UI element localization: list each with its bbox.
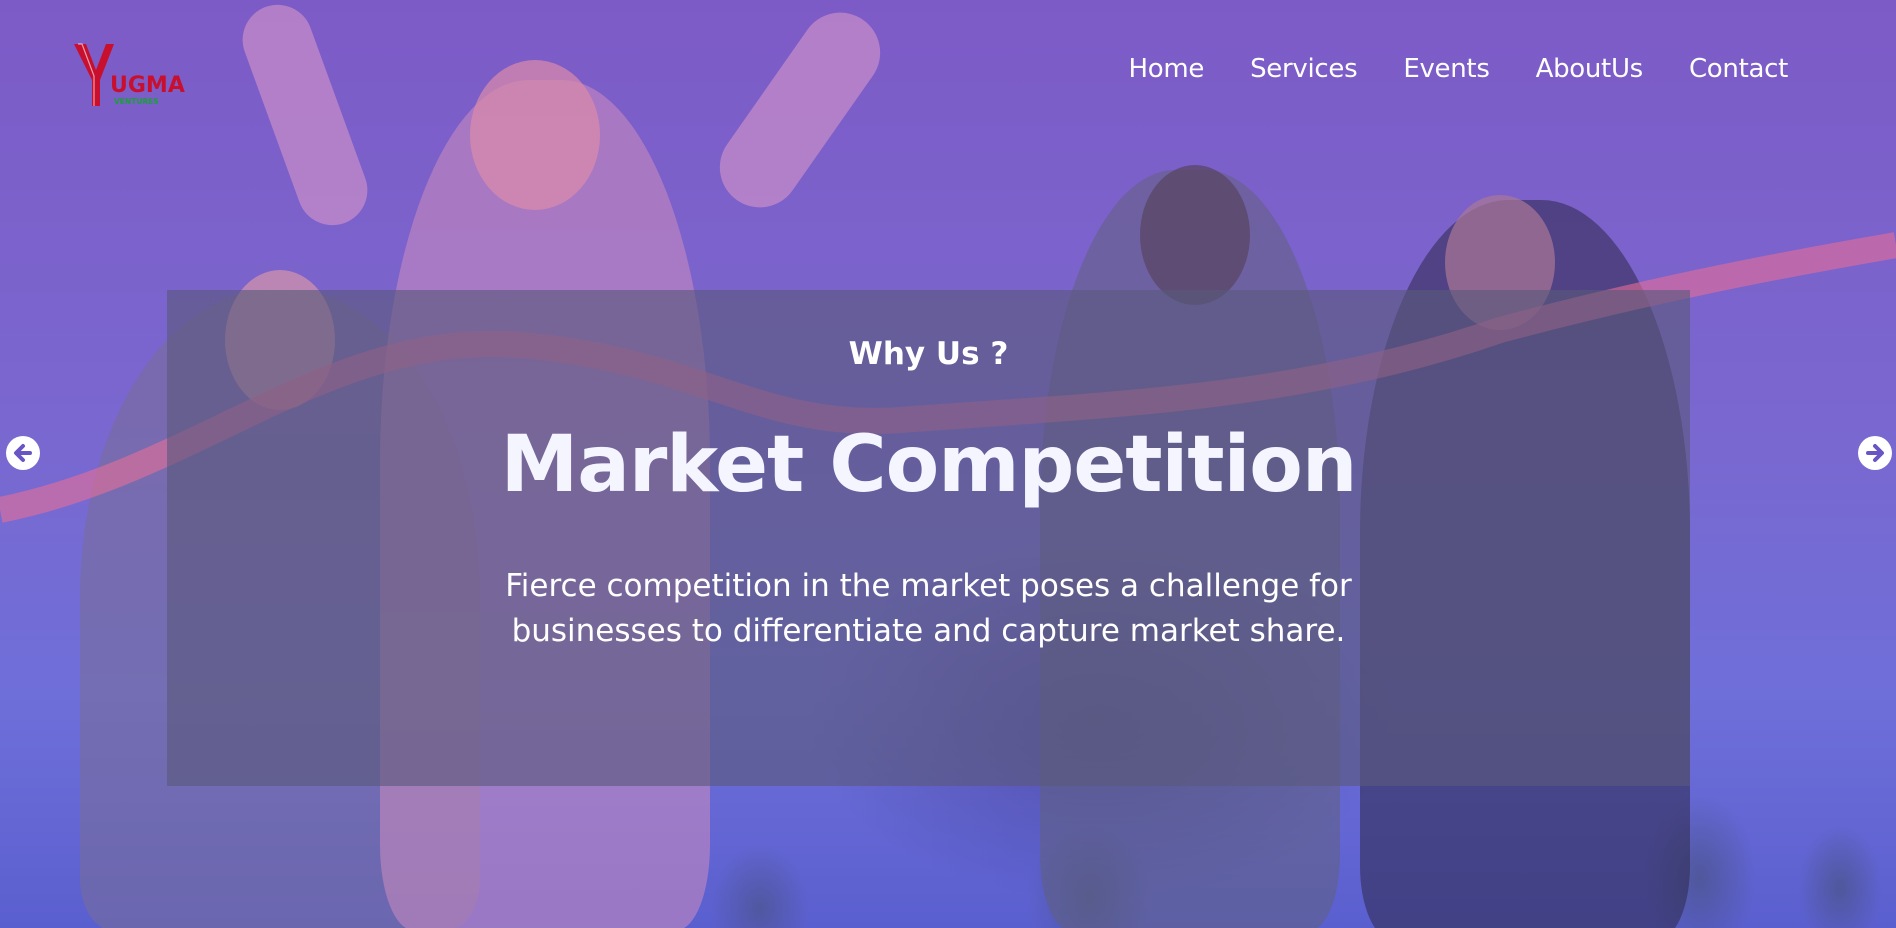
- arrow-right-circle-icon: [1866, 444, 1884, 462]
- logo-subtext: VENTURES: [114, 97, 159, 106]
- hero-content-panel: Why Us ? Market Competition Fierce compe…: [167, 290, 1690, 786]
- main-nav: Home Services Events AboutUs Contact: [1083, 54, 1789, 84]
- nav-item-home[interactable]: Home: [1129, 54, 1205, 84]
- hero-section: UGMA VENTURES Home Services Events About…: [0, 0, 1896, 928]
- arrow-left-circle-icon: [14, 444, 32, 462]
- hero-title: Market Competition: [500, 420, 1358, 510]
- logo-text: UGMA: [110, 73, 185, 98]
- logo-mark-icon: UGMA VENTURES: [74, 43, 185, 106]
- hero-description: Fierce competition in the market poses a…: [505, 568, 1352, 649]
- nav-item-aboutus[interactable]: AboutUs: [1536, 54, 1644, 84]
- carousel-prev-button[interactable]: [6, 436, 40, 470]
- nav-item-events[interactable]: Events: [1403, 54, 1490, 84]
- carousel-next-button[interactable]: [1858, 436, 1892, 470]
- hero-eyebrow: Why Us ?: [848, 336, 1009, 372]
- brand-logo[interactable]: UGMA VENTURES: [72, 40, 192, 110]
- nav-item-services[interactable]: Services: [1250, 54, 1358, 84]
- nav-item-contact[interactable]: Contact: [1689, 54, 1788, 84]
